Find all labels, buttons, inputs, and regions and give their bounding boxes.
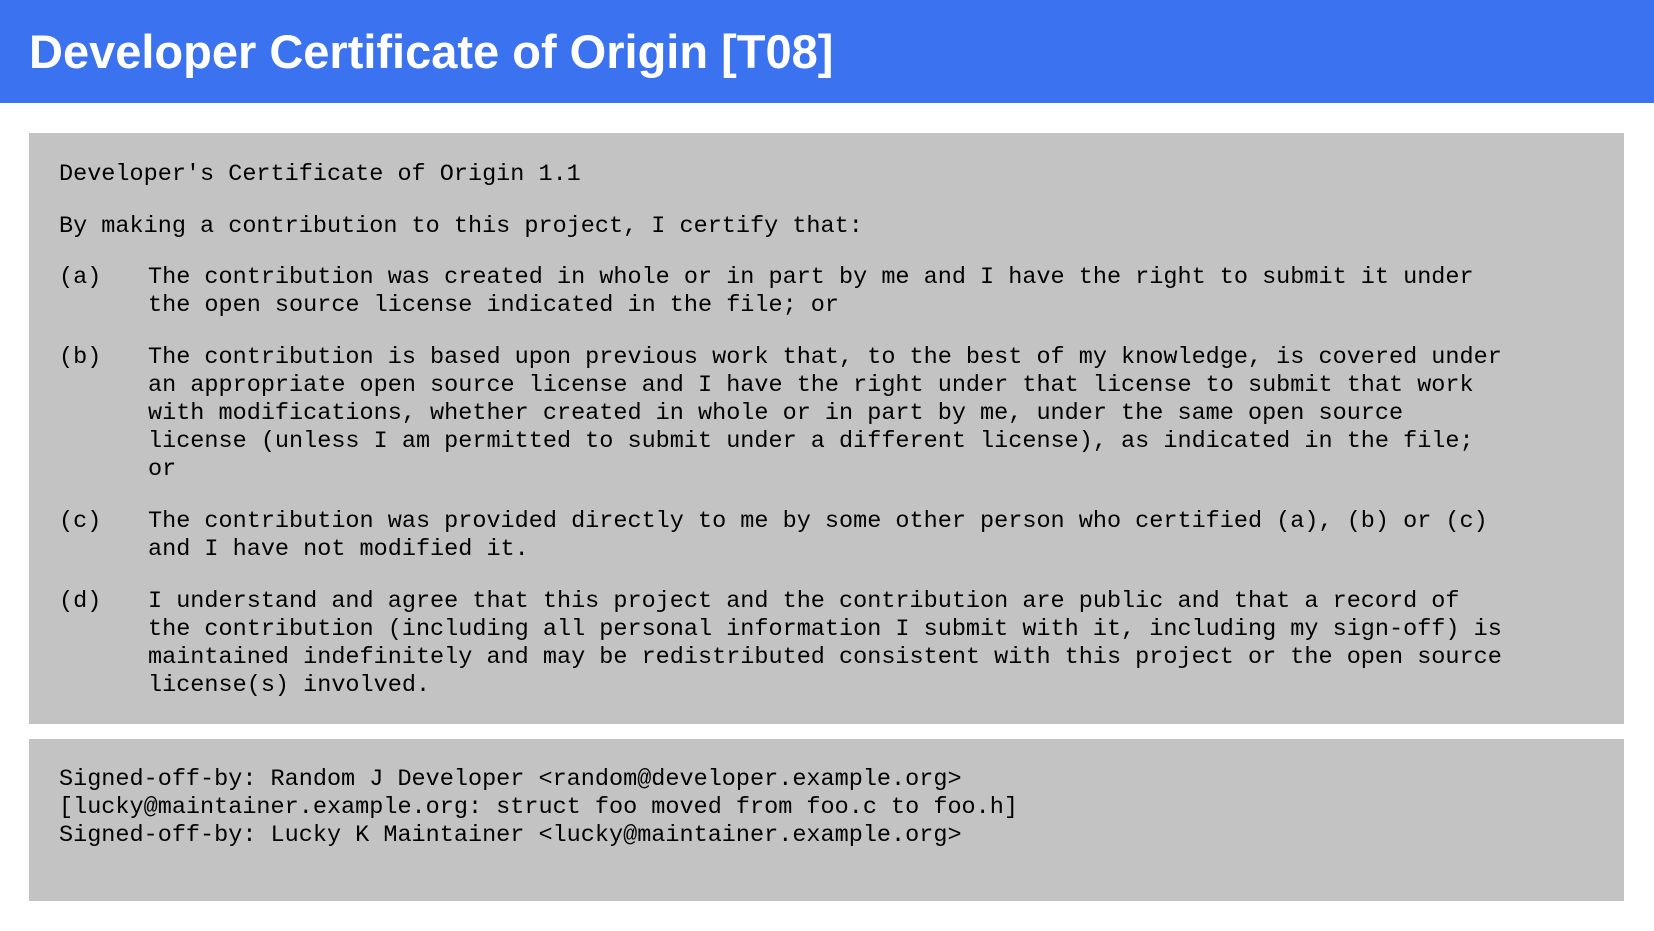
clause-line: license (unless I am permitted to submit… [148,428,1474,455]
clause-line: maintained indefinitely and may be redis… [148,644,1502,671]
clause-c: (c) The contribution was provided direct… [59,508,1624,564]
clause-label: (d) [59,588,102,615]
clause-line: The contribution is based upon previous … [148,344,1502,371]
clause-line: with modifications, whether created in w… [148,400,1404,427]
clause-a: (a) The contribution was created in whol… [59,264,1624,320]
clause-line: The contribution was provided directly t… [148,508,1488,535]
certificate-heading: Developer's Certificate of Origin 1.1 [59,161,581,188]
signoff-line: [lucky@maintainer.example.org: struct fo… [59,794,1018,821]
page-title: Developer Certificate of Origin [T08] [29,25,834,78]
clause-line: I understand and agree that this project… [148,588,1460,615]
clause-line: and I have not modified it. [148,536,529,563]
signoff-line: Signed-off-by: Lucky K Maintainer <lucky… [59,822,962,849]
clause-d: (d) I understand and agree that this pro… [59,588,1624,700]
clause-line: an appropriate open source license and I… [148,372,1474,399]
clause-label: (b) [59,344,102,371]
clause-line: license(s) involved. [148,672,431,699]
clause-label: (a) [59,264,102,291]
title-bar: Developer Certificate of Origin [T08] [0,0,1654,103]
signoff-example-block: Signed-off-by: Random J Developer <rando… [29,739,1624,901]
clause-line: the open source license indicated in the… [148,292,840,319]
certificate-text-block: Developer's Certificate of Origin 1.1 By… [29,133,1624,724]
clause-b: (b) The contribution is based upon previ… [59,344,1624,484]
clause-label: (c) [59,508,102,535]
clause-line: the contribution (including all personal… [148,616,1502,643]
clause-line: The contribution was created in whole or… [148,264,1474,291]
signoff-line: Signed-off-by: Random J Developer <rando… [59,766,962,793]
clause-line: or [148,456,177,483]
certificate-intro: By making a contribution to this project… [59,213,863,240]
